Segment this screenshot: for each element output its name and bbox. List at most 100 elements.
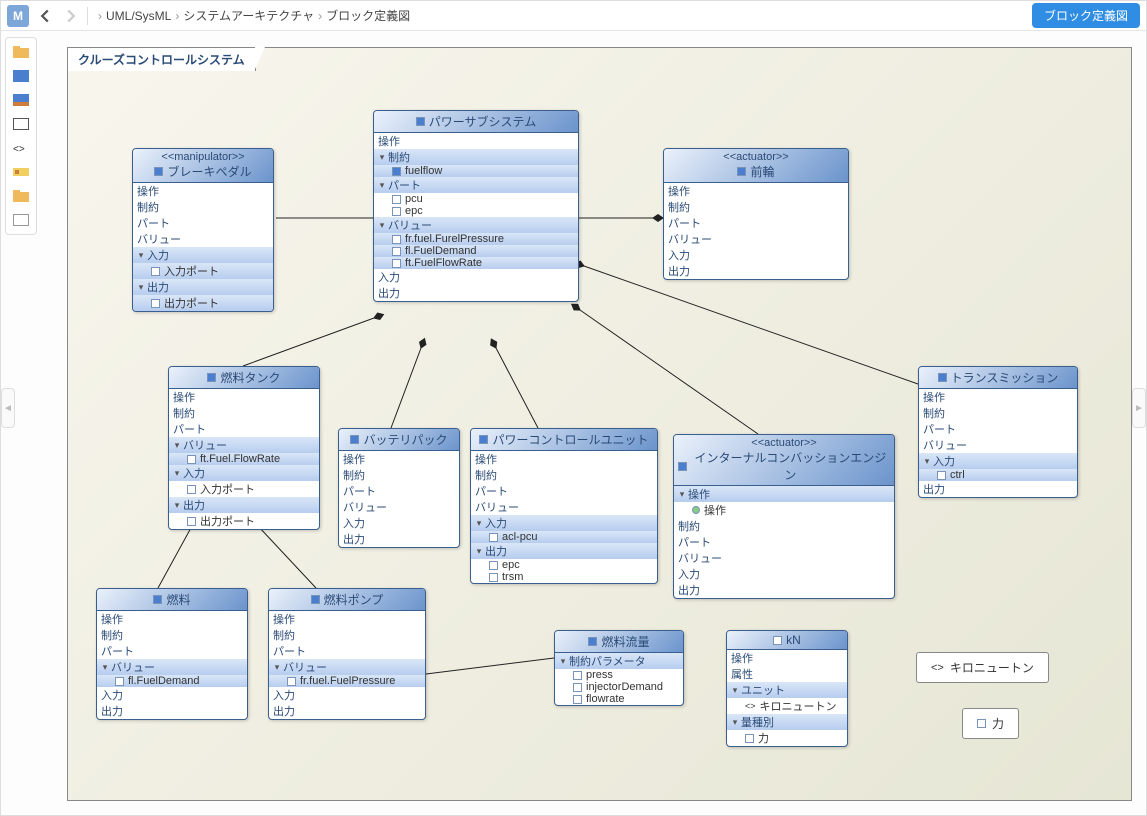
compartment-out[interactable]: ▾出力 — [133, 279, 273, 295]
compartment-part[interactable]: パート — [339, 483, 459, 499]
block-fuel-pump[interactable]: 燃料ポンプ 操作 制約 パート ▾バリュー fr.fuel.FuelPressu… — [268, 588, 426, 720]
compartment-part[interactable]: パート — [269, 643, 425, 659]
compartment-op[interactable]: 操作 — [269, 611, 425, 627]
compartment-in[interactable]: 入力 — [664, 247, 848, 263]
breadcrumb-item[interactable]: システムアーキテクチャ — [183, 7, 314, 24]
port-item[interactable]: trsm — [471, 571, 657, 583]
compartment-out[interactable]: ▾出力 — [169, 497, 319, 513]
value-item[interactable]: fl.FuelDemand — [374, 245, 578, 257]
compartment-con[interactable]: ▾制約 — [374, 149, 578, 165]
compartment-out[interactable]: ▾出力 — [471, 543, 657, 559]
port-item[interactable]: epc — [471, 559, 657, 571]
compartment-op[interactable]: 操作 — [471, 451, 657, 467]
tool-block-split-icon[interactable] — [9, 90, 33, 110]
tool-folder2-icon[interactable] — [9, 186, 33, 206]
value-item[interactable]: ft.FuelFlowRate — [374, 257, 578, 269]
param-item[interactable]: press — [555, 669, 683, 681]
port-item[interactable]: ctrl — [919, 469, 1077, 481]
compartment-part[interactable]: パート — [664, 215, 848, 231]
compartment-out[interactable]: 出力 — [374, 285, 578, 301]
compartment-in[interactable]: ▾入力 — [471, 515, 657, 531]
compartment-val[interactable]: ▾バリュー — [97, 659, 247, 675]
breadcrumb-item[interactable]: UML/SysML — [106, 9, 171, 23]
compartment-out[interactable]: 出力 — [269, 703, 425, 719]
compartment-out[interactable]: 出力 — [339, 531, 459, 547]
compartment-op[interactable]: 操作 — [374, 133, 578, 149]
diagram-type-button[interactable]: ブロック定義図 — [1032, 3, 1140, 28]
port-item[interactable]: acl-pcu — [471, 531, 657, 543]
param-item[interactable]: injectorDemand — [555, 681, 683, 693]
chip-force[interactable]: 力 — [962, 708, 1019, 739]
compartment-val[interactable]: バリュー — [674, 550, 894, 566]
compartment-attr[interactable]: 属性 — [727, 666, 847, 682]
compartment-val[interactable]: ▾バリュー — [269, 659, 425, 675]
compartment-con[interactable]: 制約 — [471, 467, 657, 483]
qty-item[interactable]: 力 — [727, 730, 847, 746]
compartment-con[interactable]: 制約 — [664, 199, 848, 215]
compartment-in[interactable]: ▾入力 — [133, 247, 273, 263]
tool-block-blue-icon[interactable] — [9, 66, 33, 86]
part-item[interactable]: pcu — [374, 193, 578, 205]
port-item[interactable]: 出力ポート — [169, 513, 319, 529]
compartment-val[interactable]: バリュー — [919, 437, 1077, 453]
compartment-op[interactable]: 操作 — [133, 183, 273, 199]
compartment-op[interactable]: 操作 — [664, 183, 848, 199]
param-item[interactable]: flowrate — [555, 693, 683, 705]
port-item[interactable]: 出力ポート — [133, 295, 273, 311]
compartment-val[interactable]: バリュー — [664, 231, 848, 247]
compartment-op[interactable]: 操作 — [97, 611, 247, 627]
compartment-op[interactable]: 操作 — [169, 389, 319, 405]
constraint-item[interactable]: fuelflow — [374, 165, 578, 177]
block-fuel-tank[interactable]: 燃料タンク 操作 制約 パート ▾バリュー ft.Fuel.FlowRate ▾… — [168, 366, 320, 530]
compartment-in[interactable]: 入力 — [97, 687, 247, 703]
block-battery-pack[interactable]: バッテリパック 操作 制約 パート バリュー 入力 出力 — [338, 428, 460, 548]
compartment-val[interactable]: ▾バリュー — [169, 437, 319, 453]
port-item[interactable]: 入力ポート — [133, 263, 273, 279]
compartment-part[interactable]: パート — [169, 421, 319, 437]
value-item[interactable]: ft.Fuel.FlowRate — [169, 453, 319, 465]
compartment-con[interactable]: 制約 — [919, 405, 1077, 421]
compartment-in[interactable]: 入力 — [374, 269, 578, 285]
part-item[interactable]: epc — [374, 205, 578, 217]
tool-rect-icon[interactable] — [9, 114, 33, 134]
compartment-in[interactable]: ▾入力 — [169, 465, 319, 481]
breadcrumb-item[interactable]: ブロック定義図 — [326, 7, 410, 24]
value-item[interactable]: fr.fuel.FuelPressure — [269, 675, 425, 687]
compartment-in[interactable]: 入力 — [674, 566, 894, 582]
block-kn-unit[interactable]: kN 操作 属性 ▾ユニット <>キロニュートン ▾量種別 力 — [726, 630, 848, 747]
compartment-out[interactable]: 出力 — [919, 481, 1077, 497]
block-internal-combustion-engine[interactable]: <<actuator>> インターナルコンバッションエンジン ▾操作 操作 制約… — [673, 434, 895, 599]
block-front-wheel[interactable]: <<actuator>> 前輪 操作 制約 パート バリュー 入力 出力 — [663, 148, 849, 280]
block-power-subsystem[interactable]: パワーサブシステム 操作 ▾制約 fuelflow ▾パート pcu epc ▾… — [373, 110, 579, 302]
app-logo[interactable]: M — [7, 5, 29, 27]
compartment-in[interactable]: 入力 — [339, 515, 459, 531]
block-fuel[interactable]: 燃料 操作 制約 パート ▾バリュー fl.FuelDemand 入力 出力 — [96, 588, 248, 720]
chip-kilonewton[interactable]: <> キロニュートン — [916, 652, 1049, 683]
compartment-op[interactable]: 操作 — [339, 451, 459, 467]
compartment-in[interactable]: ▾入力 — [919, 453, 1077, 469]
compartment-con[interactable]: 制約 — [339, 467, 459, 483]
tool-folder-icon[interactable] — [9, 42, 33, 62]
unit-item[interactable]: <>キロニュートン — [727, 698, 847, 714]
compartment-out[interactable]: 出力 — [674, 582, 894, 598]
compartment-unit[interactable]: ▾ユニット — [727, 682, 847, 698]
compartment-val[interactable]: バリュー — [133, 231, 273, 247]
compartment-op[interactable]: 操作 — [727, 650, 847, 666]
compartment-param[interactable]: ▾制約パラメータ — [555, 653, 683, 669]
block-power-control-unit[interactable]: パワーコントロールユニット 操作 制約 パート バリュー ▾入力 acl-pcu… — [470, 428, 658, 584]
tool-code-icon[interactable]: <> — [9, 138, 33, 158]
compartment-qty[interactable]: ▾量種別 — [727, 714, 847, 730]
forward-button[interactable] — [61, 6, 81, 26]
compartment-val[interactable]: ▾バリュー — [374, 217, 578, 233]
compartment-part[interactable]: パート — [97, 643, 247, 659]
block-fuel-flow-rate[interactable]: 燃料流量 ▾制約パラメータ press injectorDemand flowr… — [554, 630, 684, 706]
tool-value-icon[interactable] — [9, 162, 33, 182]
compartment-part[interactable]: パート — [919, 421, 1077, 437]
compartment-part[interactable]: パート — [471, 483, 657, 499]
compartment-con[interactable]: 制約 — [169, 405, 319, 421]
operation-item[interactable]: 操作 — [674, 502, 894, 518]
left-drawer-handle[interactable]: ◄ — [1, 388, 15, 428]
value-item[interactable]: fl.FuelDemand — [97, 675, 247, 687]
compartment-con[interactable]: 制約 — [97, 627, 247, 643]
compartment-out[interactable]: 出力 — [664, 263, 848, 279]
